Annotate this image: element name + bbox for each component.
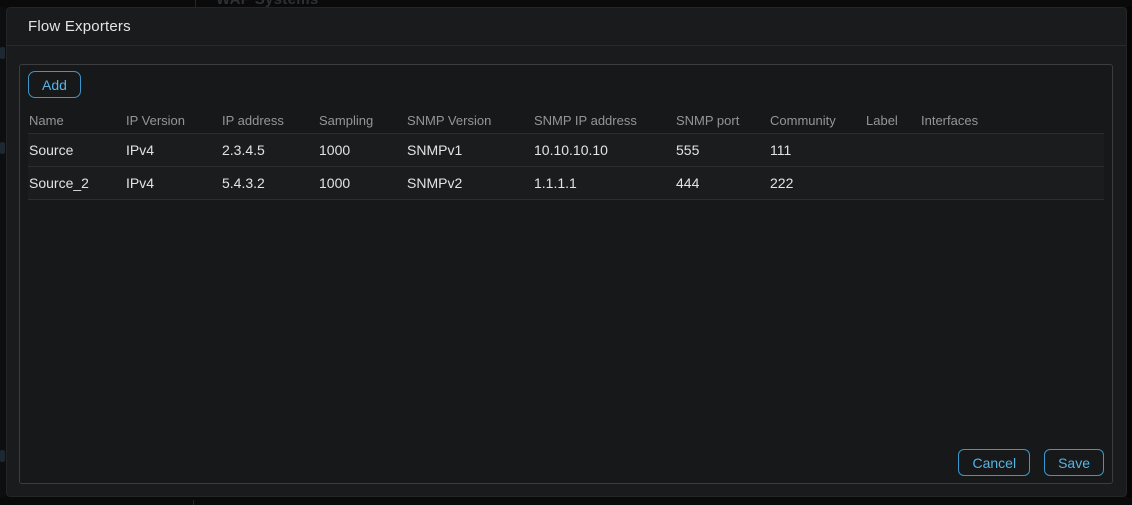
table-cell: Source_2: [28, 175, 125, 191]
table-cell: 555: [675, 142, 769, 158]
table-header-cell: IP address: [221, 113, 318, 128]
save-button[interactable]: Save: [1044, 449, 1104, 476]
table-header-cell: SNMP IP address: [533, 113, 675, 128]
table-cell: 111: [769, 142, 865, 158]
table-cell: 5.4.3.2: [221, 175, 318, 191]
table-cell: 10.10.10.10: [533, 142, 675, 158]
add-button[interactable]: Add: [28, 71, 81, 98]
table-cell: IPv4: [125, 142, 221, 158]
table-cell: 222: [769, 175, 865, 191]
table-header-cell: Name: [28, 113, 125, 128]
table-header-row: NameIP VersionIP addressSamplingSNMP Ver…: [28, 108, 1104, 134]
table-cell: 1.1.1.1: [533, 175, 675, 191]
table-cell: 2.3.4.5: [221, 142, 318, 158]
table-header-cell: Label: [865, 113, 920, 128]
flow-exporters-dialog: Flow Exporters Add NameIP VersionIP addr…: [6, 7, 1127, 497]
background-sidebar-icon: [0, 142, 5, 154]
table-header-cell: SNMP Version: [406, 113, 533, 128]
table-header-cell: Sampling: [318, 113, 406, 128]
table-header-cell: Community: [769, 113, 865, 128]
table-cell: Source: [28, 142, 125, 158]
table-header-cell: IP Version: [125, 113, 221, 128]
background-page-title: WAF Systems: [216, 0, 319, 7]
exporters-table: NameIP VersionIP addressSamplingSNMP Ver…: [28, 108, 1104, 200]
dialog-header: Flow Exporters: [7, 8, 1126, 46]
screen: WAF Systems Flow Exporters Add NameIP Ve…: [0, 0, 1132, 505]
table-cell: SNMPv2: [406, 175, 533, 191]
table-body: SourceIPv42.3.4.51000SNMPv110.10.10.1055…: [28, 134, 1104, 200]
exporters-panel: Add NameIP VersionIP addressSamplingSNMP…: [19, 64, 1113, 484]
table-cell: 1000: [318, 175, 406, 191]
background-divider: [195, 0, 196, 7]
table-cell: 444: [675, 175, 769, 191]
background-page-strip-top: WAF Systems: [0, 0, 1132, 7]
table-cell: IPv4: [125, 175, 221, 191]
dialog-footer: Cancel Save: [958, 449, 1104, 476]
table-row[interactable]: SourceIPv42.3.4.51000SNMPv110.10.10.1055…: [28, 134, 1104, 167]
table-header-cell: SNMP port: [675, 113, 769, 128]
background-sidebar-icon: [0, 47, 5, 59]
table-cell: SNMPv1: [406, 142, 533, 158]
background-page-strip-bottom: [0, 497, 1132, 505]
table-header-cell: Interfaces: [920, 113, 1104, 128]
background-sidebar-icon: [0, 450, 5, 462]
table-cell: 1000: [318, 142, 406, 158]
cancel-button[interactable]: Cancel: [958, 449, 1030, 476]
dialog-title: Flow Exporters: [28, 18, 131, 35]
background-divider: [193, 500, 194, 505]
table-row[interactable]: Source_2IPv45.4.3.21000SNMPv21.1.1.14442…: [28, 167, 1104, 200]
